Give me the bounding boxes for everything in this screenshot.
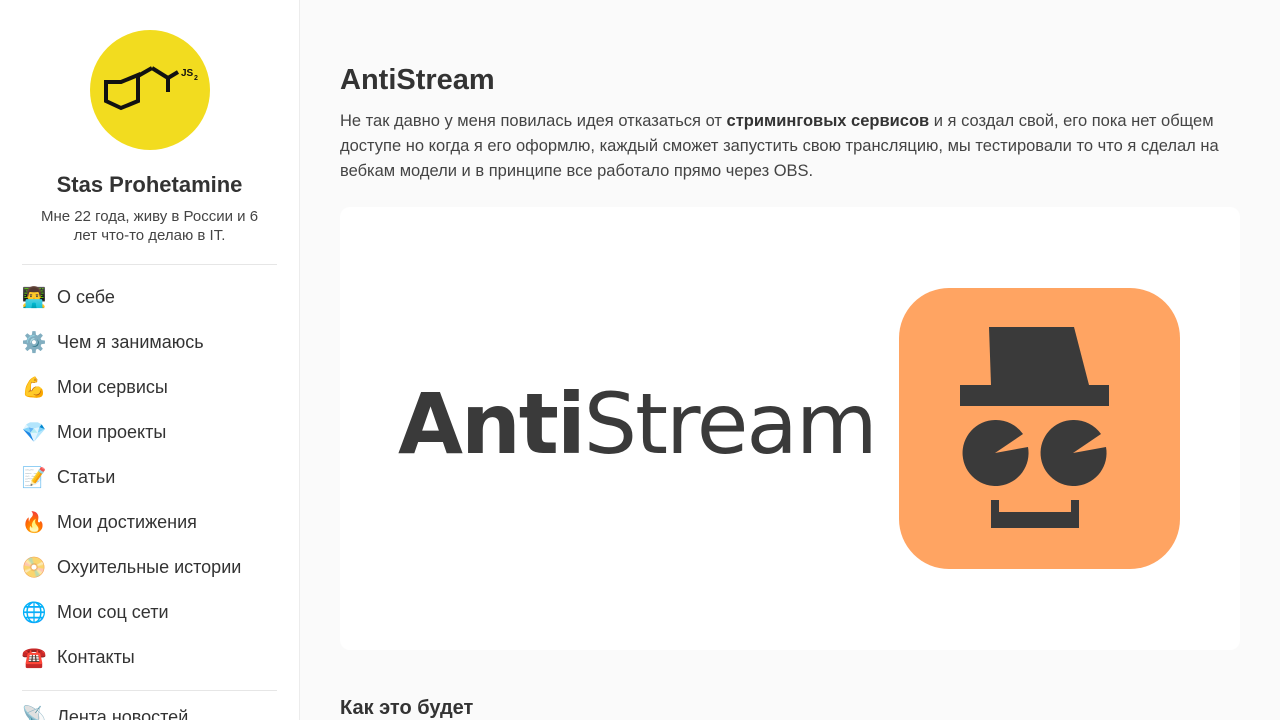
sidebar-item-label: Мои сервисы [57,377,168,397]
flexed-biceps-icon: 💪 [21,376,47,399]
sidebar-item-label: Мои соц сети [57,602,169,622]
profile-name: Stas Prohetamine [56,172,243,197]
post-banner-image: AntiStream [340,207,1240,650]
sidebar-item-about[interactable]: 👨‍💻 О себе [22,275,277,320]
post-title: AntiStream [340,64,495,96]
avatar[interactable]: JS 2 [89,30,210,150]
satellite-antenna-icon: 📡 [21,706,47,720]
technologist-icon: 👨‍💻 [21,286,47,309]
sidebar-item-services[interactable]: 💪 Мои сервисы [22,365,277,410]
sidebar-item-label: О себе [57,287,115,307]
fire-icon: 🔥 [21,511,47,534]
sidebar-item-what-i-do[interactable]: ⚙️ Чем я занимаюсь [22,320,277,365]
sidebar-divider [22,690,277,691]
main-content: AntiStream Не так давно у меня повилась … [340,0,1240,720]
sidebar-item-label: Мои достижения [57,512,197,532]
sidebar-item-label: Охуительные истории [57,557,242,577]
globe-icon: 🌐 [21,601,47,624]
sidebar-divider [22,264,277,265]
sidebar-item-label: Чем я занимаюсь [57,332,204,352]
wordmark-bold: Anti [398,375,586,473]
incognito-logo-icon [899,288,1180,569]
gear-icon: ⚙️ [21,331,47,354]
wordmark-regular: Stream [583,375,878,473]
sidebar-nav: 👨‍💻 О себе ⚙️ Чем я занимаюсь 💪 Мои серв… [22,275,277,680]
sidebar-item-social[interactable]: 🌐 Мои соц сети [22,590,277,635]
sidebar-item-projects[interactable]: 💎 Мои проекты [22,410,277,455]
post-intro-highlight: стриминговых сервисов [726,112,930,130]
avatar-label: JS [181,68,194,79]
molecule-logo-icon: JS 2 [103,66,198,111]
sidebar: JS 2 Stas Prohetamine Мне 22 года, живу … [0,0,300,720]
sidebar-item-label: Контакты [57,647,135,667]
memo-icon: 📝 [21,466,47,489]
gem-icon: 💎 [21,421,47,444]
profile-bio: Мне 22 года, живу в России и 6 лет что-т… [40,208,259,244]
sidebar-item-articles[interactable]: 📝 Статьи [22,455,277,500]
post-intro-text: Не так давно у меня повилась идея отказа… [340,112,727,130]
sidebar-item-contacts[interactable]: ☎️ Контакты [22,635,277,680]
sidebar-item-news[interactable]: 📡 Лента новостей [22,705,277,720]
telephone-icon: ☎️ [21,646,47,669]
avatar-sublabel: 2 [194,75,198,82]
sidebar-item-label: Лента новостей [57,706,189,720]
sidebar-item-stories[interactable]: 📀 Охуительные истории [22,545,277,590]
post-intro: Не так давно у меня повилась идея отказа… [340,109,1240,184]
sidebar-item-label: Мои проекты [57,422,167,442]
dvd-icon: 📀 [21,556,47,579]
sidebar-item-label: Статьи [57,467,116,487]
section-title: Как это будет [340,697,474,719]
banner-wordmark: AntiStream [398,382,878,466]
sidebar-item-achievements[interactable]: 🔥 Мои достижения [22,500,277,545]
